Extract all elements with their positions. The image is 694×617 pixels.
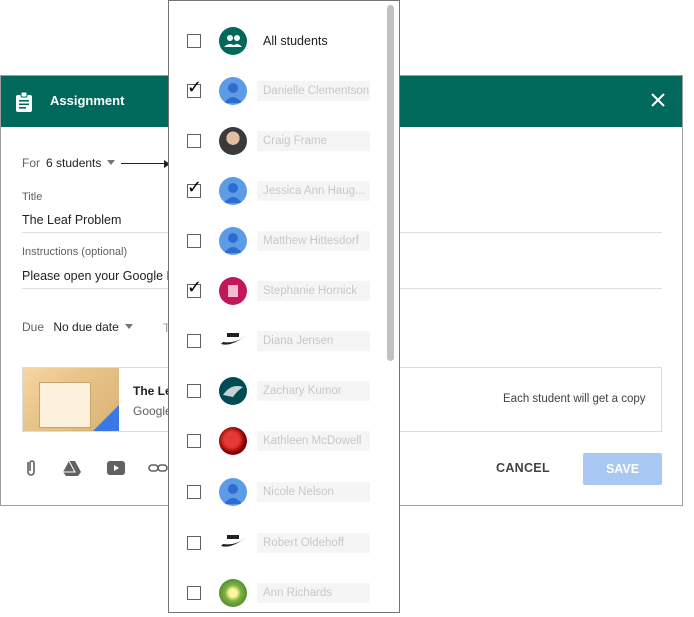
student-option[interactable]: Craig Frame bbox=[169, 121, 384, 161]
checkbox-checked[interactable]: ✓ bbox=[187, 279, 202, 298]
checkbox[interactable] bbox=[187, 34, 201, 48]
student-option-all[interactable]: All students bbox=[169, 21, 384, 61]
pointer-arrow-line bbox=[121, 163, 167, 164]
student-option[interactable]: Matthew Hittesdorf bbox=[169, 221, 384, 261]
checkbox[interactable] bbox=[187, 334, 201, 348]
student-selector-dropdown: All students ✓ Danielle Clementson Craig… bbox=[168, 0, 400, 613]
student-option[interactable]: ✓ Danielle Clementson bbox=[169, 71, 384, 111]
student-option[interactable]: Kathleen McDowell bbox=[169, 421, 384, 461]
student-name: Matthew Hittesdorf bbox=[257, 231, 370, 251]
checkmark-icon: ✓ bbox=[187, 277, 203, 298]
title-field[interactable]: The Leaf Problem bbox=[22, 213, 121, 227]
math-logo-icon bbox=[219, 529, 247, 557]
student-option[interactable]: Diana Jensen bbox=[169, 321, 384, 361]
student-name: Nicole Nelson bbox=[257, 482, 370, 502]
recipients-value: 6 students bbox=[46, 156, 102, 170]
student-name: Kathleen McDowell bbox=[257, 431, 370, 451]
chevron-down-icon bbox=[107, 160, 116, 165]
student-name: All students bbox=[263, 34, 328, 48]
photo-avatar-icon bbox=[219, 127, 247, 155]
checkbox[interactable] bbox=[187, 485, 201, 499]
google-drive-icon[interactable] bbox=[62, 458, 82, 478]
due-label: Due bbox=[22, 320, 45, 334]
student-name: Craig Frame bbox=[257, 131, 370, 151]
attachment-title: The Le bbox=[133, 384, 172, 398]
checkbox-checked[interactable]: ✓ bbox=[187, 179, 202, 198]
default-avatar-icon bbox=[219, 478, 247, 506]
youtube-icon[interactable] bbox=[106, 458, 126, 478]
default-avatar-icon bbox=[219, 227, 247, 255]
student-option[interactable]: Robert Oldehoff bbox=[169, 523, 384, 563]
checkmark-icon: ✓ bbox=[187, 177, 203, 198]
student-name: Jessica Ann Haug... bbox=[257, 181, 370, 201]
checkbox[interactable] bbox=[187, 434, 201, 448]
eagle-logo-icon bbox=[219, 377, 247, 405]
student-option[interactable]: ✓ Stephanie Hornick bbox=[169, 271, 384, 311]
scrollbar-thumb[interactable] bbox=[387, 5, 394, 361]
photo-avatar-icon bbox=[219, 427, 247, 455]
cancel-button[interactable]: CANCEL bbox=[496, 461, 550, 475]
document-preview bbox=[39, 382, 91, 428]
checkbox[interactable] bbox=[187, 134, 201, 148]
due-value: No due date bbox=[53, 320, 119, 334]
save-button[interactable]: SAVE bbox=[583, 453, 662, 485]
attachment-type: Google bbox=[133, 404, 172, 418]
chevron-down-icon bbox=[124, 324, 133, 329]
student-option[interactable]: Zachary Kumor bbox=[169, 371, 384, 411]
docs-corner-icon bbox=[93, 405, 119, 431]
student-name: Ann Richards bbox=[257, 583, 370, 603]
student-name: Danielle Clementson bbox=[257, 81, 370, 101]
math-logo-icon bbox=[219, 327, 247, 355]
default-avatar-icon bbox=[219, 177, 247, 205]
due-date-selector[interactable]: Due No due date bbox=[22, 320, 133, 334]
checkbox-checked[interactable]: ✓ bbox=[187, 79, 202, 98]
recipients-selector[interactable]: For 6 students bbox=[22, 156, 116, 170]
instructions-field[interactable]: Please open your Google Doc bbox=[22, 269, 189, 283]
student-option[interactable]: Nicole Nelson bbox=[169, 472, 384, 512]
student-name: Stephanie Hornick bbox=[257, 281, 370, 301]
student-option[interactable]: Ann Richards bbox=[169, 573, 384, 612]
title-label: Title bbox=[22, 191, 43, 203]
student-name: Diana Jensen bbox=[257, 331, 370, 351]
checkmark-icon: ✓ bbox=[187, 77, 203, 98]
photo-avatar-icon bbox=[219, 579, 247, 607]
checkbox[interactable] bbox=[187, 384, 201, 398]
attachment-thumbnail bbox=[23, 368, 119, 431]
student-name: Zachary Kumor bbox=[257, 381, 370, 401]
group-icon bbox=[219, 27, 247, 55]
checkbox[interactable] bbox=[187, 536, 201, 550]
dialog-title: Assignment bbox=[50, 93, 125, 108]
photo-avatar-icon bbox=[219, 277, 247, 305]
checkbox[interactable] bbox=[187, 586, 201, 600]
assignment-icon bbox=[16, 92, 32, 112]
copy-mode-selector[interactable]: Each student will get a copy bbox=[503, 393, 646, 405]
default-avatar-icon bbox=[219, 77, 247, 105]
close-icon[interactable] bbox=[649, 91, 667, 109]
student-option[interactable]: ✓ Jessica Ann Haug... bbox=[169, 171, 384, 211]
for-label: For bbox=[22, 156, 40, 170]
checkbox[interactable] bbox=[187, 234, 201, 248]
paperclip-icon[interactable] bbox=[21, 458, 41, 478]
link-icon[interactable] bbox=[148, 458, 168, 478]
student-name: Robert Oldehoff bbox=[257, 533, 370, 553]
instructions-label: Instructions (optional) bbox=[22, 246, 128, 258]
